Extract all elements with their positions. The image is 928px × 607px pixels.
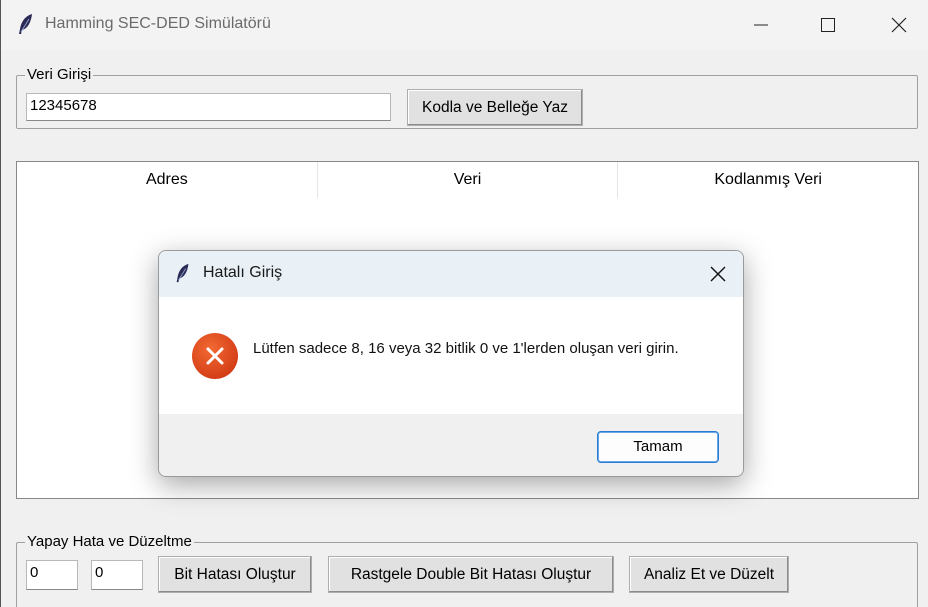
double-bit-error-button[interactable]: Rastgele Double Bit Hatası Oluştur <box>328 556 614 593</box>
window-title: Hamming SEC-DED Simülatörü <box>45 15 271 32</box>
maximize-icon <box>821 18 835 32</box>
close-icon <box>891 17 907 33</box>
column-header-encoded[interactable]: Kodlanmış Veri <box>618 162 918 198</box>
table-header: Adres Veri Kodlanmış Veri <box>17 162 918 198</box>
dialog-title-bar: Hatalı Giriş <box>159 251 743 297</box>
close-icon <box>710 266 726 282</box>
encode-write-button[interactable]: Kodla ve Belleğe Yaz <box>407 89 583 126</box>
dialog-close-button[interactable] <box>693 251 743 297</box>
minimize-button[interactable] <box>731 0 791 50</box>
maximize-button[interactable] <box>798 0 858 50</box>
dialog-footer: Tamam <box>159 414 743 476</box>
bit-error-button[interactable]: Bit Hatası Oluştur <box>158 556 312 593</box>
close-button[interactable] <box>869 0 928 50</box>
feather-icon <box>176 263 189 283</box>
dialog-body: Lütfen sadece 8, 16 veya 32 bitlik 0 ve … <box>159 297 743 414</box>
error-icon <box>192 333 238 379</box>
error-dialog: Hatalı Giriş Lütfen sadece 8, 16 veya 32… <box>158 250 744 477</box>
bit-index-field-1[interactable]: 0 <box>26 560 78 590</box>
title-bar: Hamming SEC-DED Simülatörü <box>1 0 928 50</box>
dialog-title: Hatalı Giriş <box>203 264 283 281</box>
error-group-label: Yapay Hata ve Düzeltme <box>25 533 194 551</box>
analyze-correct-button[interactable]: Analiz Et ve Düzelt <box>629 556 789 593</box>
input-group-label: Veri Girişi <box>25 66 94 84</box>
bit-index-field-2[interactable]: 0 <box>91 560 143 590</box>
column-header-data[interactable]: Veri <box>318 162 619 198</box>
data-input[interactable]: 12345678 <box>26 93 391 121</box>
minimize-icon <box>754 24 768 26</box>
column-header-address[interactable]: Adres <box>17 162 318 198</box>
dialog-message: Lütfen sadece 8, 16 veya 32 bitlik 0 ve … <box>253 340 679 357</box>
feather-icon <box>19 14 32 34</box>
ok-button[interactable]: Tamam <box>597 431 719 463</box>
